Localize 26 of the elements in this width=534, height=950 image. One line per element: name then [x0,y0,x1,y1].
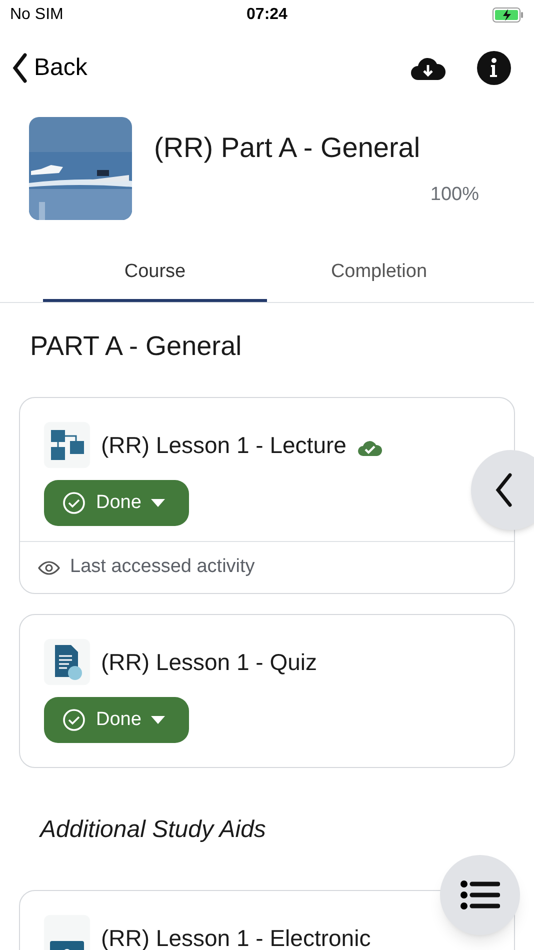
carrier-label: No SIM [10,5,64,25]
list-icon [460,880,500,910]
caret-icon [151,716,166,724]
course-title: (RR) Part A - General [154,131,422,165]
activity-title: (RR) Lesson 1 - Quiz [101,648,318,677]
eye-icon [38,560,60,574]
check-circle-icon [62,491,86,515]
activity-card[interactable]: (RR) Lesson 1 - Lecture Done Last accessed activity [19,397,515,594]
subheading: Additional Study Aids [38,815,267,845]
tab[interactable]: Course [43,245,267,302]
hierarchy-icon [49,427,85,463]
completion-dropdown[interactable]: Done [44,697,189,743]
chevron-left-icon [12,52,28,82]
info-icon[interactable] [476,50,512,86]
activity-card[interactable]: (RR) Lesson 1 - Quiz Done [19,614,515,768]
last-accessed-label: Last accessed activity [70,555,255,580]
chevron-left-icon [495,473,513,507]
tab[interactable]: Completion [267,245,491,302]
check-circle-icon [62,708,86,732]
caret-icon [151,499,166,507]
section-title: PART A - General [29,330,243,363]
clock: 07:24 [246,5,288,25]
completion-dropdown[interactable]: Done [44,480,189,526]
activity-title: (RR) Lesson 1 - Lecture [101,430,346,460]
progress-percent: 100% [430,183,479,207]
back-button[interactable]: Back [12,50,88,86]
